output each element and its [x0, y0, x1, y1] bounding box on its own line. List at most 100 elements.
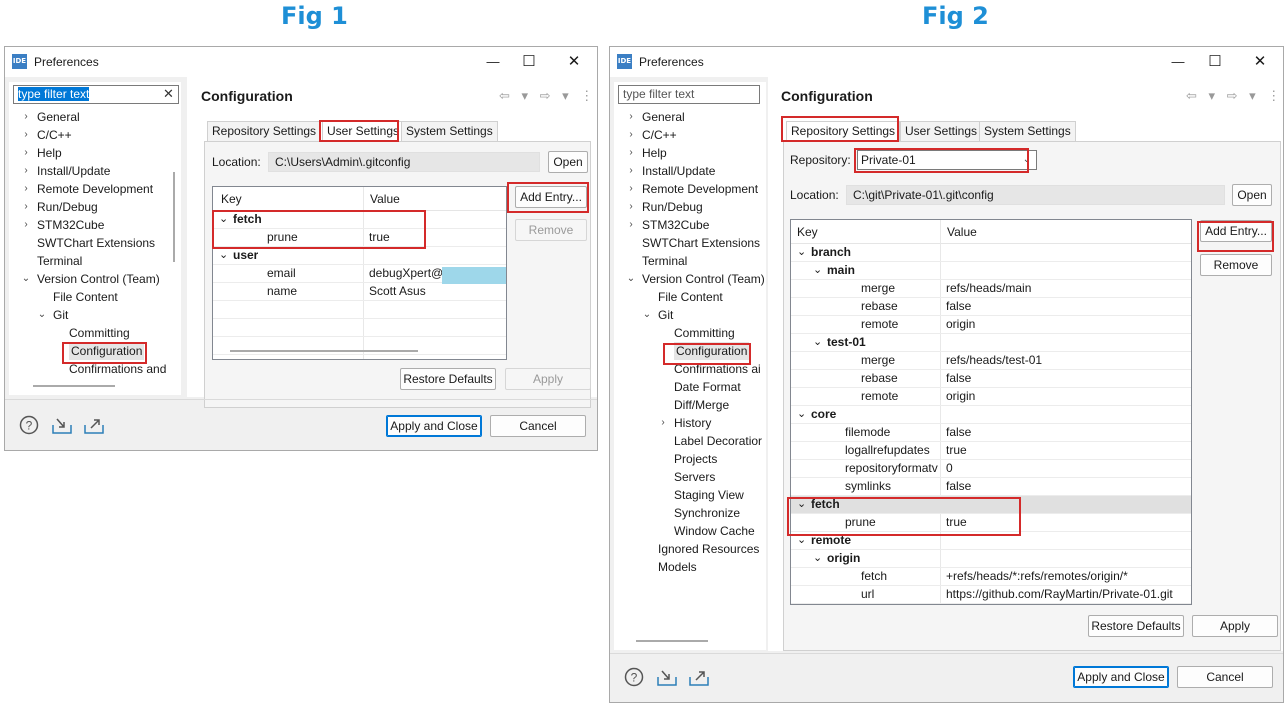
export-icon[interactable]: [83, 415, 104, 435]
title-bar[interactable]: IDE Preferences — ☐ ✕: [5, 47, 597, 77]
expand-toggle-icon[interactable]: ›: [626, 162, 636, 180]
table-row[interactable]: repositoryformatversi 0: [791, 460, 1191, 478]
expand-toggle-icon[interactable]: ›: [21, 108, 31, 126]
navigation-arrows-icon[interactable]: ⇦ ▾ ⇨ ▾ ⋮: [499, 88, 597, 104]
expand-toggle-icon[interactable]: ⌄: [797, 533, 806, 546]
expand-toggle-icon[interactable]: ⌄: [813, 335, 822, 348]
tab-repository-settings[interactable]: Repository Settings: [786, 121, 901, 141]
table-row[interactable]: url https://github.com/RayMartin/Private-…: [791, 586, 1191, 604]
table-row[interactable]: ⌄ main: [791, 262, 1191, 280]
navigation-arrows-icon[interactable]: ⇦ ▾ ⇨ ▾ ⋮: [1186, 88, 1283, 104]
table-row[interactable]: filemode false: [791, 424, 1191, 442]
expand-toggle-icon[interactable]: ›: [626, 216, 636, 234]
table-row[interactable]: prune true: [213, 229, 506, 247]
expand-toggle-icon[interactable]: ⌄: [37, 306, 47, 324]
table-row[interactable]: merge refs/heads/main: [791, 280, 1191, 298]
apply-button[interactable]: Apply: [1192, 615, 1278, 637]
import-icon[interactable]: [656, 667, 677, 687]
expand-toggle-icon[interactable]: ›: [21, 216, 31, 234]
import-icon[interactable]: [51, 415, 72, 435]
table-row[interactable]: ⌄ test-01: [791, 334, 1191, 352]
maximize-icon[interactable]: ☐: [518, 51, 540, 73]
table-row[interactable]: merge refs/heads/test-01: [791, 352, 1191, 370]
expand-toggle-icon[interactable]: ›: [21, 198, 31, 216]
tab-system-settings[interactable]: System Settings: [979, 121, 1076, 141]
apply-and-close-button[interactable]: Apply and Close: [1073, 666, 1169, 688]
expand-toggle-icon[interactable]: ›: [626, 108, 636, 126]
table-row[interactable]: remote origin: [791, 388, 1191, 406]
value-column-header[interactable]: Value: [947, 225, 977, 239]
table-row[interactable]: ⌄ origin: [791, 550, 1191, 568]
expand-toggle-icon[interactable]: ›: [626, 198, 636, 216]
expand-toggle-icon[interactable]: ⌄: [219, 212, 228, 225]
expand-toggle-icon[interactable]: ⌄: [813, 263, 822, 276]
open-button[interactable]: Open: [1232, 184, 1272, 206]
tree-horizontal-scrollbar[interactable]: [636, 640, 708, 642]
filter-input[interactable]: type filter text: [13, 85, 179, 104]
expand-toggle-icon[interactable]: ›: [21, 144, 31, 162]
key-column-header[interactable]: Key: [797, 225, 818, 239]
title-bar[interactable]: IDE Preferences — ☐ ✕: [610, 47, 1283, 77]
table-row[interactable]: remote origin: [791, 316, 1191, 334]
expand-toggle-icon[interactable]: ⌄: [21, 270, 31, 288]
tab-user-settings[interactable]: User Settings: [900, 121, 983, 141]
table-row[interactable]: rebase false: [791, 370, 1191, 388]
tree-vertical-scrollbar[interactable]: [173, 172, 175, 262]
remove-button[interactable]: Remove: [515, 219, 587, 241]
table-row[interactable]: rebase false: [791, 298, 1191, 316]
table-row[interactable]: name Scott Asus: [213, 283, 506, 301]
expand-toggle-icon[interactable]: ›: [21, 126, 31, 144]
table-horizontal-scrollbar[interactable]: [230, 350, 418, 352]
minimize-icon[interactable]: —: [482, 51, 504, 73]
expand-toggle-icon[interactable]: ⌄: [797, 497, 806, 510]
export-icon[interactable]: [688, 667, 709, 687]
close-icon[interactable]: ✕: [563, 51, 585, 73]
value-column-header[interactable]: Value: [370, 192, 400, 206]
expand-toggle-icon[interactable]: ›: [626, 144, 636, 162]
table-row[interactable]: fetch +refs/heads/*:refs/remotes/origin/*: [791, 568, 1191, 586]
tab-repository-settings[interactable]: Repository Settings: [207, 121, 322, 141]
add-entry-button[interactable]: Add Entry...: [515, 186, 587, 208]
help-icon[interactable]: ?: [19, 415, 39, 435]
restore-defaults-button[interactable]: Restore Defaults: [1088, 615, 1184, 637]
table-row[interactable]: prune true: [791, 514, 1191, 532]
apply-and-close-button[interactable]: Apply and Close: [386, 415, 482, 437]
repository-select[interactable]: Private-01 ⌄: [857, 150, 1037, 170]
apply-button[interactable]: Apply: [505, 368, 591, 390]
expand-toggle-icon[interactable]: ⌄: [813, 551, 822, 564]
clear-filter-icon[interactable]: ✕: [163, 86, 174, 102]
table-row[interactable]: ⌄ fetch: [213, 211, 506, 229]
table-row[interactable]: logallrefupdates true: [791, 442, 1191, 460]
open-button[interactable]: Open: [548, 151, 588, 173]
table-row[interactable]: ⌄ user: [213, 247, 506, 265]
table-row[interactable]: symlinks false: [791, 478, 1191, 496]
expand-toggle-icon[interactable]: ›: [626, 126, 636, 144]
table-row[interactable]: ⌄ remote: [791, 532, 1191, 550]
minimize-icon[interactable]: —: [1167, 51, 1189, 73]
cancel-button[interactable]: Cancel: [490, 415, 586, 437]
expand-toggle-icon[interactable]: ›: [21, 162, 31, 180]
expand-toggle-icon[interactable]: ⌄: [797, 245, 806, 258]
table-row[interactable]: ⌄ core: [791, 406, 1191, 424]
table-row[interactable]: ⌄ fetch: [791, 496, 1191, 514]
cancel-button[interactable]: Cancel: [1177, 666, 1273, 688]
key-column-header[interactable]: Key: [221, 192, 242, 206]
remove-button[interactable]: Remove: [1200, 254, 1272, 276]
restore-defaults-button[interactable]: Restore Defaults: [400, 368, 496, 390]
expand-toggle-icon[interactable]: ⌄: [642, 306, 652, 324]
expand-toggle-icon[interactable]: ⌄: [219, 248, 228, 261]
expand-toggle-icon[interactable]: ⌄: [626, 270, 636, 288]
tab-system-settings[interactable]: System Settings: [401, 121, 498, 141]
filter-input[interactable]: type filter text: [618, 85, 760, 104]
expand-toggle-icon[interactable]: ⌄: [797, 407, 806, 420]
table-row[interactable]: ⌄ branch: [791, 244, 1191, 262]
add-entry-button[interactable]: Add Entry...: [1200, 220, 1272, 242]
expand-toggle-icon[interactable]: ›: [626, 180, 636, 198]
tree-horizontal-scrollbar[interactable]: [33, 385, 115, 387]
close-icon[interactable]: ✕: [1249, 51, 1271, 73]
maximize-icon[interactable]: ☐: [1204, 51, 1226, 73]
expand-toggle-icon[interactable]: ›: [658, 414, 668, 432]
tab-user-settings[interactable]: User Settings: [322, 121, 405, 141]
expand-toggle-icon[interactable]: ›: [21, 180, 31, 198]
help-icon[interactable]: ?: [624, 667, 644, 687]
